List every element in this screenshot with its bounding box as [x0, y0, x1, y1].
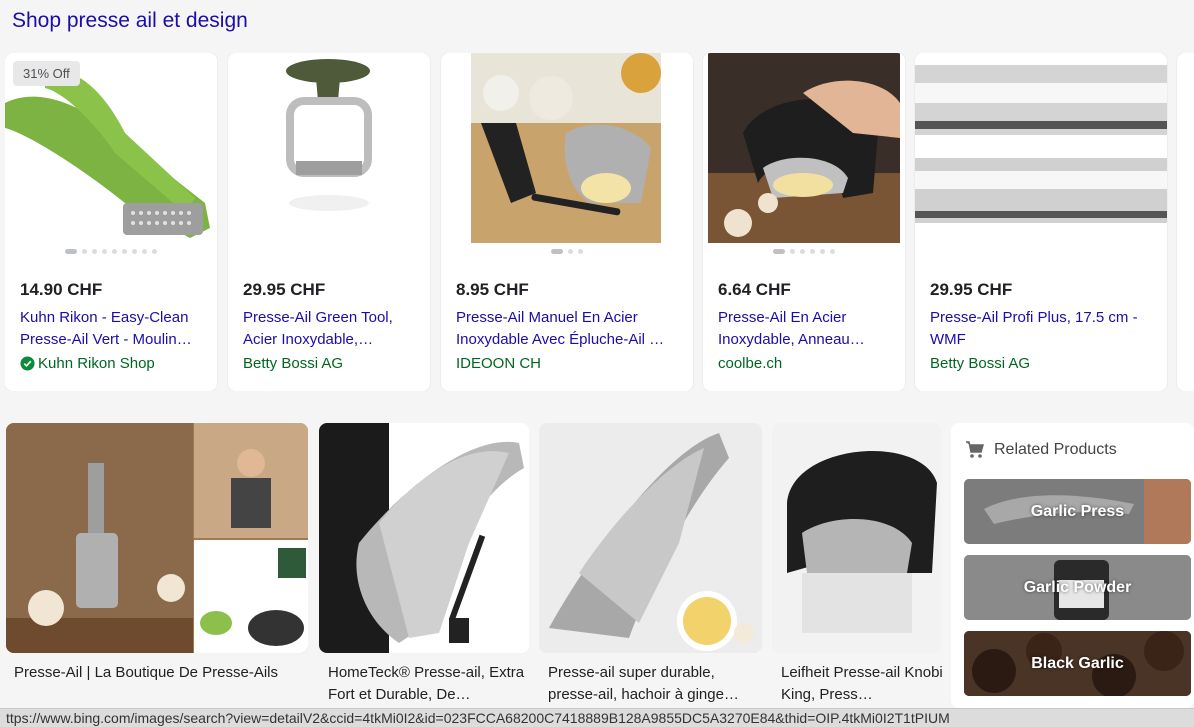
product-card-partial[interactable]: [1177, 53, 1194, 391]
product-name-link[interactable]: Kuhn Rikon - Easy-Clean Presse-Ail Vert …: [20, 307, 205, 351]
image-caption[interactable]: Presse-Ail | La Boutique De Presse-Ails: [14, 662, 314, 684]
product-card[interactable]: 31% Off 14.90 CHF Kuhn Rikon - Easy-Clea…: [5, 53, 217, 391]
seller-name[interactable]: Betty Bossi AG: [930, 355, 1030, 372]
product-name-link[interactable]: Presse-Ail Manuel En Acier Inoxydable Av…: [456, 307, 681, 351]
related-item-label: Black Garlic: [1031, 654, 1124, 672]
product-card[interactable]: 8.95 CHF Presse-Ail Manuel En Acier Inox…: [441, 53, 693, 391]
related-item-label: Garlic Powder: [1023, 578, 1132, 596]
product-carousel: 31% Off 14.90 CHF Kuhn Rikon - Easy-Clea…: [5, 53, 1194, 391]
image-caption[interactable]: Presse-ail super durable, presse-ail, ha…: [548, 662, 763, 706]
seller-name[interactable]: Kuhn Rikon Shop: [20, 355, 155, 372]
related-products-header: Related Products: [965, 441, 1117, 459]
seller-label: IDEOON CH: [456, 355, 542, 372]
image-pager-dots[interactable]: [441, 249, 693, 254]
related-item-garlic-press[interactable]: Garlic Press: [964, 479, 1191, 544]
image-result[interactable]: [319, 423, 529, 653]
seller-name[interactable]: coolbe.ch: [718, 355, 782, 372]
product-price: 14.90 CHF: [20, 280, 103, 299]
product-card[interactable]: 6.64 CHF Presse-Ail En Acier Inoxydable,…: [703, 53, 905, 391]
discount-badge: 31% Off: [13, 61, 80, 86]
image-caption[interactable]: HomeTeck® Presse-ail, Extra Fort et Dura…: [328, 662, 528, 706]
result-image: [319, 423, 529, 653]
product-image: [703, 53, 905, 243]
product-name-link[interactable]: Presse-Ail En Acier Inoxydable, Anneau…: [718, 307, 893, 351]
related-item-label: Garlic Press: [1030, 502, 1125, 520]
product-price: 29.95 CHF: [930, 280, 1013, 299]
seller-name[interactable]: Betty Bossi AG: [243, 355, 343, 372]
seller-label: Betty Bossi AG: [930, 355, 1031, 372]
seller-label: coolbe.ch: [718, 355, 783, 372]
result-image: [539, 423, 762, 653]
related-item-black-garlic[interactable]: Black Garlic: [964, 631, 1191, 696]
product-image: [441, 53, 693, 243]
related-products-title: Related Products: [994, 441, 1117, 458]
status-bar-url: ttps://www.bing.com/images/search?view=d…: [0, 708, 1194, 727]
image-pager-dots[interactable]: [5, 249, 217, 254]
product-card[interactable]: 29.95 CHF Presse-Ail Green Tool, Acier I…: [228, 53, 430, 391]
product-name-link[interactable]: Presse-Ail Profi Plus, 17.5 cm - WMF: [930, 307, 1155, 351]
verified-check-icon: [20, 356, 35, 371]
product-price: 8.95 CHF: [456, 280, 529, 299]
image-result[interactable]: [6, 423, 308, 653]
result-image: [772, 423, 941, 653]
related-item-garlic-powder[interactable]: Garlic Powder: [964, 555, 1191, 620]
image-result[interactable]: [539, 423, 762, 653]
product-name-link[interactable]: Presse-Ail Green Tool, Acier Inoxydable,…: [243, 307, 428, 351]
seller-name[interactable]: IDEOON CH: [456, 355, 541, 372]
seller-label: Kuhn Rikon Shop: [38, 355, 155, 372]
result-image: [6, 423, 308, 653]
image-caption[interactable]: Leifheit Presse-ail Knobi King, Press…: [781, 662, 946, 706]
image-result[interactable]: [772, 423, 941, 653]
product-image: [915, 53, 1167, 243]
product-price: 29.95 CHF: [243, 280, 326, 299]
shop-section-title[interactable]: Shop presse ail et design: [12, 9, 248, 33]
product-card[interactable]: 29.95 CHF Presse-Ail Profi Plus, 17.5 cm…: [915, 53, 1167, 391]
related-products-panel: Related Products Garlic Press Garlic Pow…: [951, 423, 1194, 708]
shopping-cart-icon: [966, 441, 984, 458]
seller-label: Betty Bossi AG: [243, 355, 344, 372]
product-price: 6.64 CHF: [718, 280, 791, 299]
product-image: [228, 53, 430, 243]
image-pager-dots[interactable]: [703, 249, 905, 254]
